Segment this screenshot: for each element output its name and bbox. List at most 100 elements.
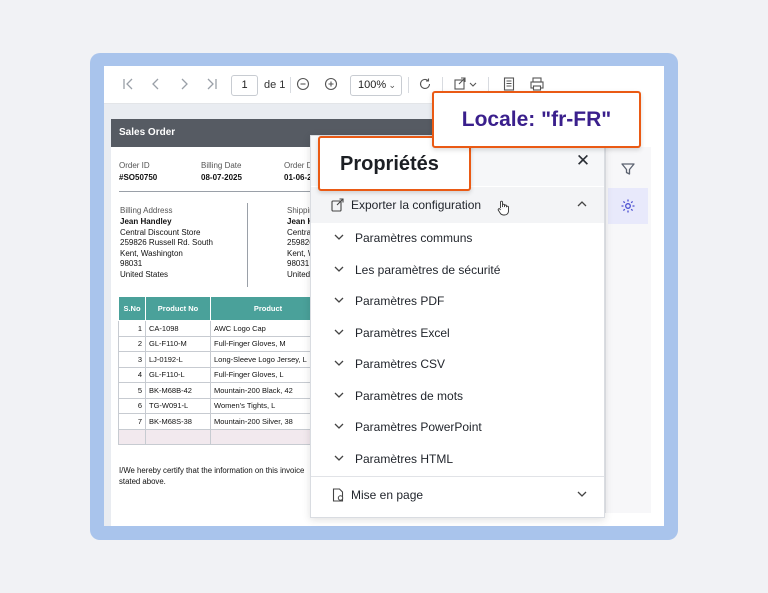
filter-icon xyxy=(621,163,635,175)
sub-item-csv-settings[interactable]: Paramètres CSV xyxy=(311,348,604,378)
filter-button[interactable] xyxy=(608,151,648,187)
cell-product-no: LJ-0192-L xyxy=(145,351,211,368)
sub-item-label: Paramètres PDF xyxy=(355,294,445,308)
cell-product: Full-Finger Gloves, M xyxy=(210,335,326,352)
next-page-icon[interactable] xyxy=(175,76,193,94)
close-icon[interactable]: ✕ xyxy=(575,153,591,170)
zoom-out-icon[interactable] xyxy=(294,76,312,94)
chevron-down-icon xyxy=(577,491,587,497)
cell-product-no: GL-F110-L xyxy=(145,366,211,383)
previous-page-icon[interactable] xyxy=(147,76,165,94)
table-row: 5 BK-M68B-42 Mountain-200 Black, 42 xyxy=(118,382,326,399)
sub-item-label: Paramètres communs xyxy=(355,231,473,245)
sub-item-label: Paramètres PowerPoint xyxy=(355,420,482,434)
table-row: 3 LJ-0192-L Long-Sleeve Logo Jersey, L xyxy=(118,351,326,368)
table-row: 6 TG-W091-L Women's Tights, L xyxy=(118,397,326,414)
chevron-down-icon xyxy=(334,329,344,335)
cell-sno: 6 xyxy=(118,397,146,414)
chevron-down-icon xyxy=(334,455,344,461)
column-header-product: Product xyxy=(210,296,326,321)
certification-text: I/We hereby certify that the information… xyxy=(119,465,319,487)
sub-item-label: Paramètres Excel xyxy=(355,325,450,340)
hand-cursor-icon xyxy=(497,200,509,216)
sub-item-word-settings[interactable]: Paramètres de mots xyxy=(311,380,604,410)
sub-item-label: Les paramètres de sécurité xyxy=(355,262,501,277)
toolbar-divider xyxy=(290,77,291,93)
cell-sno: 1 xyxy=(118,320,146,337)
shipping-line: 98031 xyxy=(287,259,310,268)
cell-product-no: BK-M68S-38 xyxy=(145,413,211,430)
order-id-label: Order ID xyxy=(119,161,150,170)
chevron-down-icon xyxy=(334,234,344,240)
cell-product-no: BK-M68B-42 xyxy=(145,382,211,399)
sub-item-html-settings[interactable]: Paramètres HTML xyxy=(311,443,604,473)
cell-sno: 5 xyxy=(118,382,146,399)
column-header-product-no: Product No xyxy=(145,296,211,321)
toolbar-divider xyxy=(408,77,409,93)
billing-date-value: 08-07-2025 xyxy=(201,173,242,182)
side-rail xyxy=(605,147,651,513)
zoom-in-icon[interactable] xyxy=(322,76,340,94)
properties-panel: ✕ Exporter la configuration Paramètres c… xyxy=(310,135,605,518)
chevron-up-icon xyxy=(577,201,587,207)
refresh-icon[interactable] xyxy=(416,76,434,94)
cell-sno: 3 xyxy=(118,351,146,368)
certification-line: I/We hereby certify that the information… xyxy=(119,466,305,475)
zoom-dropdown[interactable]: 100% ⌄ xyxy=(350,75,402,96)
cell-product-no: TG-W091-L xyxy=(145,397,211,414)
sub-item-label: Paramètres HTML xyxy=(355,451,454,466)
chevron-down-icon xyxy=(334,360,344,366)
billing-line: 98031 xyxy=(120,259,143,268)
billing-line: Central Discount Store xyxy=(120,227,201,237)
cell-empty xyxy=(210,428,326,445)
cell-product: AWC Logo Cap xyxy=(210,320,326,337)
page-setup-section[interactable]: Mise en page xyxy=(311,477,604,513)
cell-sno: 7 xyxy=(118,413,146,430)
last-page-icon[interactable] xyxy=(203,76,221,94)
sub-item-common-settings[interactable]: Paramètres communs xyxy=(311,222,604,252)
sub-item-excel-settings[interactable]: Paramètres Excel xyxy=(311,317,604,347)
billing-date-label: Billing Date xyxy=(201,161,242,170)
table-row: 2 GL-F110-M Full-Finger Gloves, M xyxy=(118,335,326,352)
settings-icon xyxy=(621,199,635,213)
export-settings-icon xyxy=(331,198,344,212)
sub-item-pdf-settings[interactable]: Paramètres PDF xyxy=(311,285,604,315)
billing-line: Kent, Washington xyxy=(120,248,183,258)
cell-product: Women's Tights, L xyxy=(210,397,326,414)
items-table: S.No Product No Product 1 CA-1098 AWC Lo… xyxy=(118,296,326,445)
cell-sno: 4 xyxy=(118,366,146,383)
export-settings-label: Exporter la configuration xyxy=(351,198,482,212)
cell-product: Mountain-200 Black, 42 xyxy=(210,382,326,399)
export-settings-section[interactable]: Exporter la configuration xyxy=(311,187,604,223)
sub-item-label: Paramètres de mots xyxy=(355,388,464,403)
billing-line: United States xyxy=(120,269,169,279)
sub-item-powerpoint-settings[interactable]: Paramètres PowerPoint xyxy=(311,411,604,441)
order-date-label: Order D xyxy=(284,161,313,170)
cell-sno: 2 xyxy=(118,335,146,352)
settings-button[interactable] xyxy=(608,188,648,224)
certification-line: stated above. xyxy=(119,477,166,486)
column-header-sno: S.No xyxy=(118,296,146,321)
chevron-down-icon xyxy=(334,297,344,303)
table-row: 1 CA-1098 AWC Logo Cap xyxy=(118,320,326,337)
cell-product-no: CA-1098 xyxy=(145,320,211,337)
zoom-value: 100% xyxy=(358,79,387,91)
table-header-row: S.No Product No Product xyxy=(118,296,326,321)
chevron-down-icon xyxy=(334,266,344,272)
page-setup-label: Mise en page xyxy=(351,488,424,502)
cell-product: Mountain-200 Silver, 38 xyxy=(210,413,326,430)
table-row: 7 BK-M68S-38 Mountain-200 Silver, 38 xyxy=(118,413,326,430)
order-id-value: #SO50750 xyxy=(119,173,158,182)
cell-product-no: GL-F110-M xyxy=(145,335,211,352)
sub-item-security-settings[interactable]: Les paramètres de sécurité xyxy=(311,254,604,284)
shipping-line: Central xyxy=(287,227,313,237)
billing-name: Jean Handley xyxy=(120,217,172,226)
cell-empty xyxy=(145,428,211,445)
billing-address-title: Billing Address xyxy=(120,206,173,215)
locale-callout: Locale: "fr-FR" xyxy=(432,91,641,148)
first-page-icon[interactable] xyxy=(119,76,137,94)
page-number-input[interactable]: 1 xyxy=(231,75,258,96)
page-count-label: de 1 xyxy=(264,79,286,91)
cell-empty xyxy=(118,428,146,445)
address-divider xyxy=(247,203,248,287)
